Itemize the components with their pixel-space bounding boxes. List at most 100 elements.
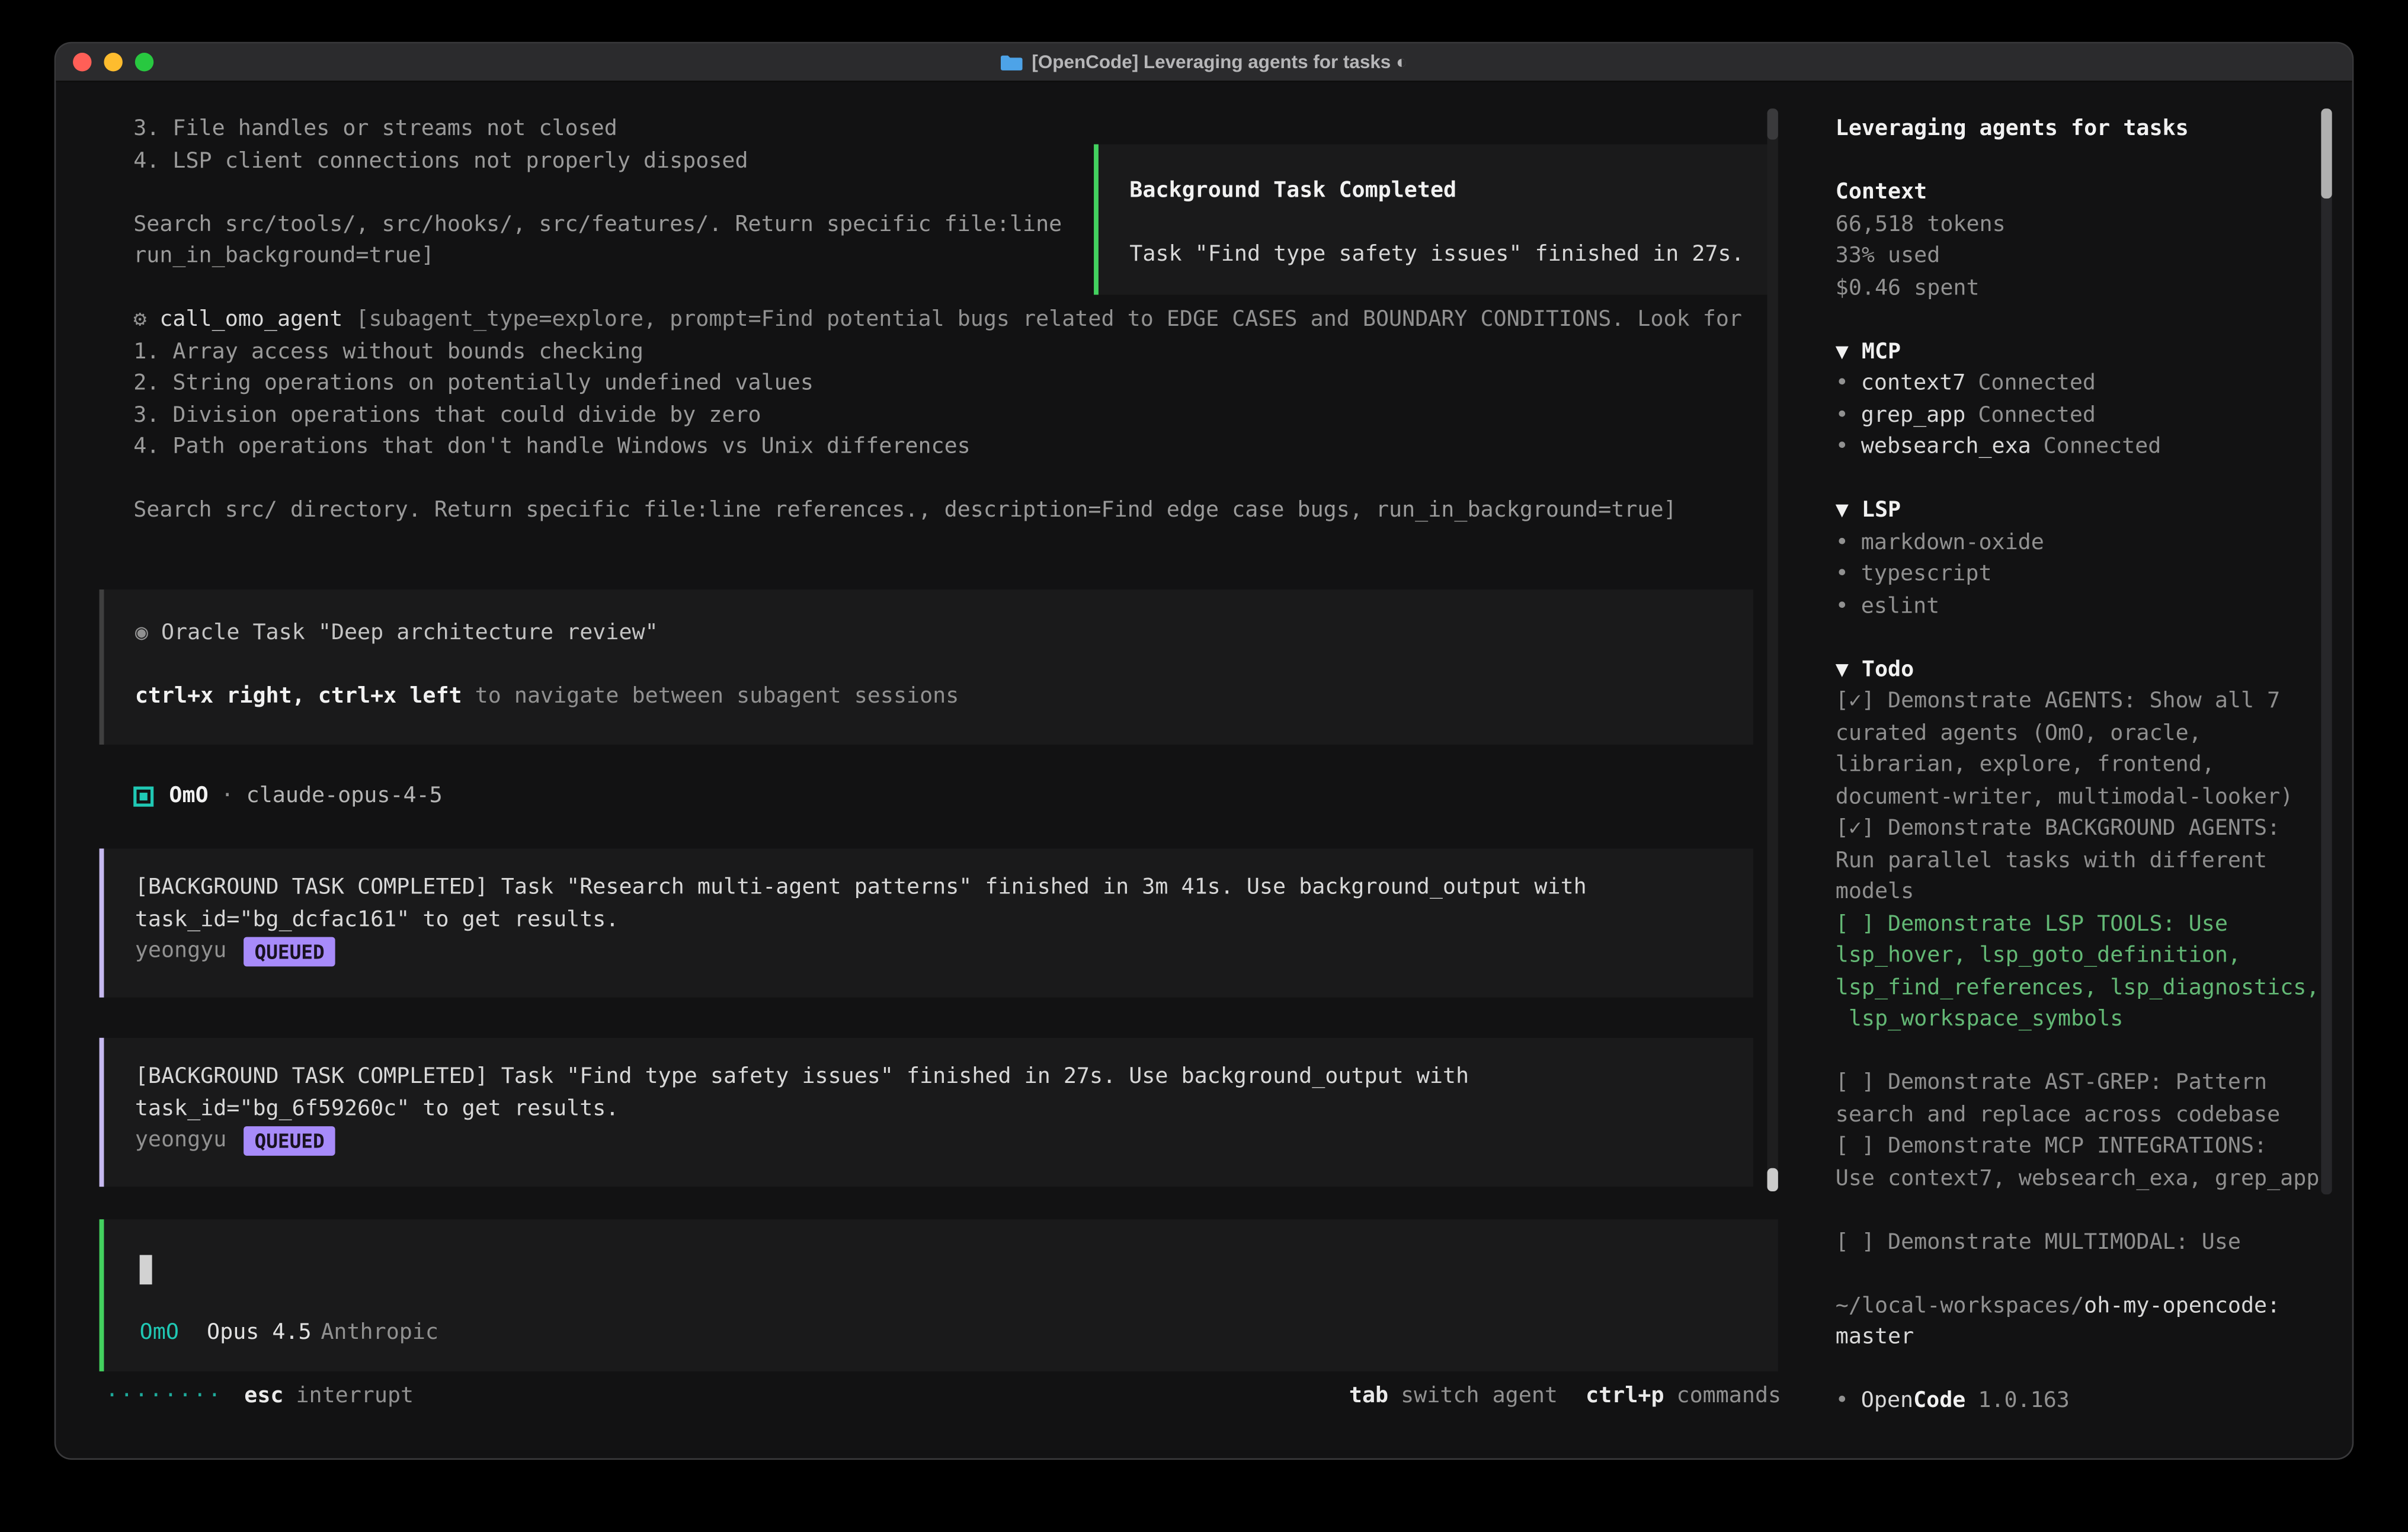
agent-icon xyxy=(133,786,153,806)
todo-item-pending: [ ] Demonstrate MCP INTEGRATIONS: Use co… xyxy=(1836,1131,2352,1194)
main-scrollbar-thumb[interactable] xyxy=(1767,1168,1778,1191)
status-bar: ········ esc interrupt tab switch agent … xyxy=(105,1381,1781,1413)
task-message-meta: yeongyu QUEUED xyxy=(135,935,1753,967)
oracle-task-title: ◉ Oracle Task "Deep architecture review" xyxy=(135,617,1753,649)
tool-call-block: ⚙ call_omo_agent [subagent_type=explore,… xyxy=(133,304,1781,527)
main-scrollbar-thumb-top[interactable] xyxy=(1767,108,1778,139)
bullet-icon: • xyxy=(1836,594,1849,618)
window-title-text: [OpenCode] Leveraging agents for tasks ◐ xyxy=(1032,51,1407,73)
workspace-path-prefix: ~/local-workspaces/ xyxy=(1836,1293,2084,1318)
tool-call-body: 1. Array access without bounds checking … xyxy=(133,336,1781,527)
agent-separator: · xyxy=(221,780,234,812)
window-title: [OpenCode] Leveraging agents for tasks ◐ xyxy=(56,43,2352,81)
notification-title: Background Task Completed xyxy=(1129,175,1776,207)
task-message-line1: [BACKGROUND TASK COMPLETED] Task "Find t… xyxy=(135,1061,1753,1093)
task-message-user: yeongyu xyxy=(135,935,227,967)
opencode-window: [OpenCode] Leveraging agents for tasks ◐… xyxy=(56,43,2352,1458)
input-agent-name: OmO xyxy=(140,1317,179,1349)
progress-dots: ········ xyxy=(105,1381,223,1413)
folder-icon xyxy=(1001,53,1023,70)
task-message-line2: task_id="bg_6f59260c" to get results. xyxy=(135,1093,1753,1125)
todo-item-pending: [ ] Demonstrate MULTIMODAL: Use xyxy=(1836,1226,2352,1258)
app-name-regular: Open xyxy=(1861,1389,1913,1414)
workspace-branch: master xyxy=(1836,1322,2352,1354)
esc-key-label: interrupt xyxy=(296,1381,414,1413)
sidebar-scrollbar-thumb[interactable] xyxy=(2321,108,2332,198)
bullet-icon: • xyxy=(1836,434,1849,459)
lsp-item: • markdown-oxide xyxy=(1836,527,2352,559)
hint-keys: ctrl+x right, ctrl+x left xyxy=(135,684,462,709)
todo-item-pending: [ ] Demonstrate AST-GREP: Pattern search… xyxy=(1836,1068,2352,1131)
input-meta: OmO Opus 4.5 Anthropic xyxy=(140,1317,438,1349)
tool-call-name: call_omo_agent xyxy=(159,307,342,332)
workspace-path: ~/local-workspaces/oh-my-opencode: xyxy=(1836,1290,2352,1322)
task-message-user: yeongyu xyxy=(135,1124,227,1156)
tool-call-header: ⚙ call_omo_agent [subagent_type=explore,… xyxy=(133,304,1781,336)
mcp-item-name: websearch_exa xyxy=(1861,434,2031,459)
oracle-icon: ◉ xyxy=(135,620,161,645)
task-message: [BACKGROUND TASK COMPLETED] Task "Resear… xyxy=(100,848,1753,997)
input-provider-name: Anthropic xyxy=(321,1317,438,1349)
tab-key-label: switch agent xyxy=(1401,1381,1558,1413)
commands-key-hint: ctrl+p xyxy=(1586,1381,1664,1413)
app-version: 1.0.163 xyxy=(1978,1389,2070,1414)
desktop: [OpenCode] Leveraging agents for tasks ◐… xyxy=(0,0,2408,1532)
todo-item-done: [✓] Demonstrate AGENTS: Show all 7 curat… xyxy=(1836,685,2352,813)
mcp-item: • websearch_exa Connected xyxy=(1836,431,2352,463)
oracle-task-panel: ◉ Oracle Task "Deep architecture review"… xyxy=(100,589,1753,745)
lsp-heading[interactable]: ▼ LSP xyxy=(1836,495,2352,527)
context-used: 33% used xyxy=(1836,241,2352,273)
status-bar-right: tab switch agent ctrl+p commands xyxy=(1321,1381,1781,1413)
sidebar: Leveraging agents for tasks Context 66,5… xyxy=(1812,81,2352,1458)
window-titlebar[interactable]: [OpenCode] Leveraging agents for tasks ◐ xyxy=(56,43,2352,82)
background-task-notification: Background Task Completed Task "Find typ… xyxy=(1094,145,1776,295)
input-model-name: Opus 4.5 xyxy=(207,1317,312,1349)
todo-item-done: [✓] Demonstrate BACKGROUND AGENTS: Run p… xyxy=(1836,813,2352,908)
main-scrollbar[interactable] xyxy=(1767,108,1778,1191)
bullet-icon: • xyxy=(1836,403,1849,428)
mcp-item-name: context7 xyxy=(1861,371,1966,396)
task-message-line2: task_id="bg_dcfac161" to get results. xyxy=(135,903,1753,935)
text-cursor xyxy=(140,1255,152,1284)
bullet-icon: • xyxy=(1836,562,1849,586)
task-message: [BACKGROUND TASK COMPLETED] Task "Find t… xyxy=(100,1038,1753,1187)
task-message-line1: [BACKGROUND TASK COMPLETED] Task "Resear… xyxy=(135,872,1753,904)
task-message-meta: yeongyu QUEUED xyxy=(135,1124,1753,1156)
agent-header: OmO · claude-opus-4-5 xyxy=(133,780,443,812)
lsp-item: • typescript xyxy=(1836,559,2352,591)
bullet-icon: • xyxy=(1836,1389,1849,1414)
commands-key-label: commands xyxy=(1677,1381,1782,1413)
lsp-item-name: typescript xyxy=(1861,562,1992,586)
subagent-navigation-hint: ctrl+x right, ctrl+x left to navigate be… xyxy=(135,681,1753,713)
context-heading: Context xyxy=(1836,177,2352,209)
todo-heading[interactable]: ▼ Todo xyxy=(1836,654,2352,686)
tool-call-args: [subagent_type=explore, prompt=Find pote… xyxy=(342,307,1742,332)
mcp-item-status: Connected xyxy=(2044,434,2162,459)
mcp-item: • context7 Connected xyxy=(1836,368,2352,400)
agent-model: claude-opus-4-5 xyxy=(246,780,443,812)
mcp-item-status: Connected xyxy=(1978,371,2096,396)
gear-icon: ⚙ xyxy=(133,307,159,332)
agent-name: OmO xyxy=(169,780,208,812)
bullet-icon: • xyxy=(1836,371,1849,396)
mcp-heading[interactable]: ▼ MCP xyxy=(1836,336,2352,368)
session-title: Leveraging agents for tasks xyxy=(1836,113,2352,145)
status-badge: QUEUED xyxy=(244,937,335,966)
esc-key-hint: esc xyxy=(244,1381,283,1413)
app-version-footer: • OpenCode 1.0.163 xyxy=(1836,1385,2352,1417)
lsp-item-name: markdown-oxide xyxy=(1861,530,2044,555)
context-spent: $0.46 spent xyxy=(1836,273,2352,305)
oracle-task-title-text: Oracle Task "Deep architecture review" xyxy=(161,620,658,645)
app-name-bold: Code xyxy=(1913,1389,1965,1414)
mcp-item-status: Connected xyxy=(1978,403,2096,428)
tab-key-hint: tab xyxy=(1349,1381,1388,1413)
mcp-item: • grep_app Connected xyxy=(1836,399,2352,431)
todo-item-active: [ ] Demonstrate LSP TOOLS: Use lsp_hover… xyxy=(1836,908,2352,1036)
prompt-input[interactable]: OmO Opus 4.5 Anthropic xyxy=(100,1219,1778,1371)
lsp-item-name: eslint xyxy=(1861,594,1939,618)
sidebar-scrollbar[interactable] xyxy=(2321,108,2332,1194)
bullet-icon: • xyxy=(1836,530,1849,555)
mcp-item-name: grep_app xyxy=(1861,403,1966,428)
notification-body: Task "Find type safety issues" finished … xyxy=(1129,239,1776,271)
workspace-path-name: oh-my-opencode: xyxy=(2084,1293,2280,1318)
